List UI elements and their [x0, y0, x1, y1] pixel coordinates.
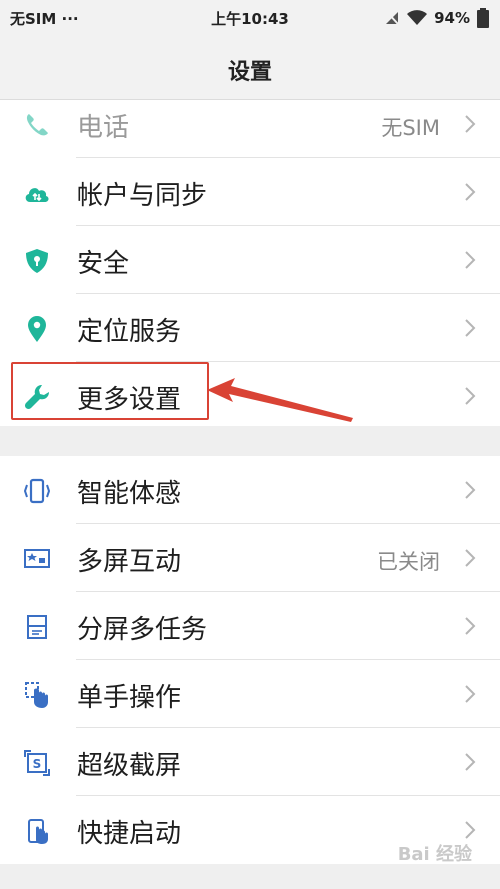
cloud-sync-icon	[25, 188, 49, 202]
settings-item-label: 超级截屏	[77, 751, 182, 781]
settings-item-label: 快捷启动	[77, 819, 182, 849]
split-screen-icon	[27, 615, 47, 639]
settings-item-label: 多屏互动	[77, 547, 182, 577]
phone-icon	[26, 114, 48, 136]
chevron-right-icon	[465, 821, 476, 839]
chevron-right-icon	[465, 617, 476, 635]
settings-item-account-sync[interactable]: 帐户与同步	[0, 158, 500, 226]
settings-item-label: 定位服务	[77, 317, 182, 347]
chevron-right-icon	[465, 115, 476, 133]
no-signal-icon	[386, 11, 399, 25]
quick-launch-icon	[28, 819, 48, 844]
annotation-arrow-icon	[207, 378, 353, 422]
motion-phone-icon	[23, 478, 51, 504]
chevron-right-icon	[465, 387, 476, 405]
chevron-right-icon	[465, 549, 476, 567]
settings-item-label: 电话	[77, 113, 130, 143]
chevron-right-icon	[465, 481, 476, 499]
settings-item-one-hand[interactable]: 单手操作	[0, 660, 500, 728]
chevron-right-icon	[465, 685, 476, 703]
settings-item-label: 帐户与同步	[77, 181, 208, 211]
settings-item-label: 单手操作	[77, 683, 182, 713]
page-title: 设置	[227, 60, 272, 85]
chevron-right-icon	[465, 183, 476, 201]
settings-item-split-screen[interactable]: 分屏多任务	[0, 592, 500, 660]
chevron-right-icon	[465, 251, 476, 269]
settings-item-location[interactable]: 定位服务	[0, 294, 500, 362]
settings-item-value: 无SIM	[381, 116, 440, 140]
chevron-right-icon	[465, 753, 476, 771]
settings-item-security[interactable]: 安全	[0, 226, 500, 294]
bottom-spacer	[0, 864, 500, 889]
watermark: Bai 经验	[397, 844, 472, 865]
wifi-icon	[407, 10, 428, 25]
settings-item-smart-motion[interactable]: 智能体感	[0, 456, 500, 524]
screenshot-icon: S	[24, 750, 50, 776]
battery-percent: 94%	[434, 9, 470, 27]
settings-item-phone[interactable]: 电话 无SIM	[0, 90, 500, 158]
battery-icon	[477, 8, 489, 28]
settings-item-label: 智能体感	[77, 479, 182, 509]
settings-item-multi-screen[interactable]: 多屏互动 已关闭	[0, 524, 500, 592]
chevron-right-icon	[465, 319, 476, 337]
settings-group-2: 智能体感 多屏互动 已关闭 分屏多任务 单手操作 S 超级截屏 快捷启动	[0, 456, 500, 864]
screen-cast-icon	[24, 549, 50, 568]
settings-item-value: 已关闭	[377, 550, 440, 574]
shield-lock-icon	[26, 249, 48, 273]
location-pin-icon	[28, 316, 46, 342]
settings-item-label: 分屏多任务	[77, 615, 208, 645]
status-bar: 无SIM ··· 上午10:43 94%	[0, 0, 500, 36]
one-hand-icon	[25, 682, 48, 708]
status-icons: 94%	[384, 8, 490, 28]
annotation-highlight-box	[11, 362, 209, 420]
settings-item-super-screenshot[interactable]: S 超级截屏	[0, 728, 500, 796]
svg-text:S: S	[33, 757, 42, 771]
settings-item-label: 安全	[77, 249, 130, 279]
